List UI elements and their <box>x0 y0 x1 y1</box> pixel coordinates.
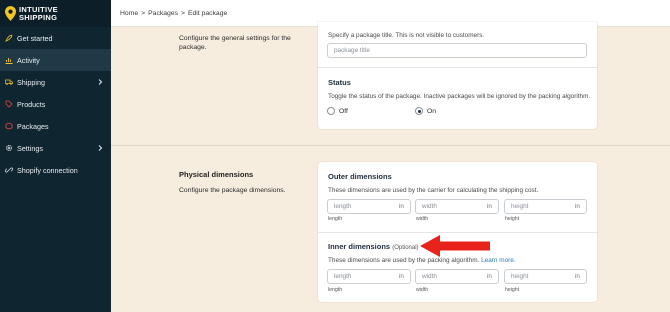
inner-length-label: length <box>328 287 343 293</box>
brand-logo[interactable]: INTUITIVE SHIPPING <box>0 0 111 27</box>
general-settings-card: Specify a package title. This is not vis… <box>318 22 597 129</box>
inner-width-label: width <box>416 287 429 293</box>
inner-length-input[interactable]: length in <box>327 269 411 284</box>
breadcrumb-current: Edit package <box>187 9 228 17</box>
tag-icon <box>5 100 13 108</box>
breadcrumb-packages[interactable]: Packages <box>148 10 178 17</box>
outer-dimensions-heading: Outer dimensions <box>328 172 392 181</box>
sidebar-item-shipping[interactable]: Shipping <box>0 71 111 93</box>
chevron-right-icon <box>98 145 103 151</box>
status-off-label[interactable]: Off <box>339 108 348 115</box>
inner-height-label: height <box>505 287 520 293</box>
box-icon <box>5 122 13 130</box>
inner-dimensions-hint: These dimensions are used by the packing… <box>328 257 516 264</box>
outer-width-input[interactable]: width in <box>415 199 499 214</box>
sidebar-nav: Get started Activity Shipping Products P… <box>0 27 111 181</box>
package-title-input[interactable]: package title <box>327 43 587 58</box>
outer-height-input[interactable]: height in <box>504 199 587 214</box>
status-off-radio[interactable] <box>327 107 335 115</box>
sidebar: INTUITIVE SHIPPING Get started Activity … <box>0 0 111 312</box>
outer-length-input[interactable]: length in <box>327 199 411 214</box>
status-on-label[interactable]: On <box>427 108 436 115</box>
truck-icon <box>5 78 13 86</box>
annotation-arrow-icon <box>420 235 490 257</box>
chart-icon <box>5 56 13 64</box>
physical-dimensions-title: Physical dimensions <box>179 170 254 179</box>
sidebar-item-settings[interactable]: Settings <box>0 137 111 159</box>
outer-length-label: length <box>328 216 343 222</box>
sidebar-item-shopify-connection[interactable]: Shopify connection <box>0 159 111 181</box>
outer-dimensions-hint: These dimensions are used by the carrier… <box>328 187 539 194</box>
title-hint: Specify a package title. This is not vis… <box>328 32 485 39</box>
status-on-radio[interactable] <box>415 107 423 115</box>
section-divider <box>111 145 670 146</box>
chevron-right-icon <box>98 79 103 85</box>
gear-icon <box>5 144 13 152</box>
breadcrumb-home[interactable]: Home <box>120 10 138 17</box>
physical-dimensions-description: Configure the package dimensions. <box>179 187 286 194</box>
physical-dimensions-card: Outer dimensions These dimensions are us… <box>318 162 597 302</box>
optional-tag: (Optional) <box>392 245 419 251</box>
breadcrumb-separator: > <box>180 9 185 17</box>
status-heading: Status <box>328 78 351 87</box>
outer-width-label: width <box>416 216 429 222</box>
rocket-icon <box>5 34 13 42</box>
breadcrumb-separator: > <box>141 9 146 17</box>
location-pin-icon <box>5 6 16 21</box>
brand-name: INTUITIVE SHIPPING <box>19 4 58 22</box>
link-icon <box>5 166 13 174</box>
learn-more-link[interactable]: Learn more. <box>481 257 515 264</box>
sidebar-item-products[interactable]: Products <box>0 93 111 115</box>
sidebar-item-get-started[interactable]: Get started <box>0 27 111 49</box>
sidebar-item-packages[interactable]: Packages <box>0 115 111 137</box>
outer-height-label: height <box>505 216 520 222</box>
divider <box>318 67 597 68</box>
status-hint: Toggle the status of the package. Inacti… <box>328 93 591 100</box>
general-section-description: Configure the general settings for the p… <box>179 35 291 51</box>
inner-dimensions-heading: Inner dimensions (Optional) <box>328 242 419 251</box>
divider <box>318 232 597 233</box>
inner-height-input[interactable]: height in <box>504 269 587 284</box>
sidebar-item-activity[interactable]: Activity <box>0 49 111 71</box>
inner-width-input[interactable]: width in <box>415 269 499 284</box>
